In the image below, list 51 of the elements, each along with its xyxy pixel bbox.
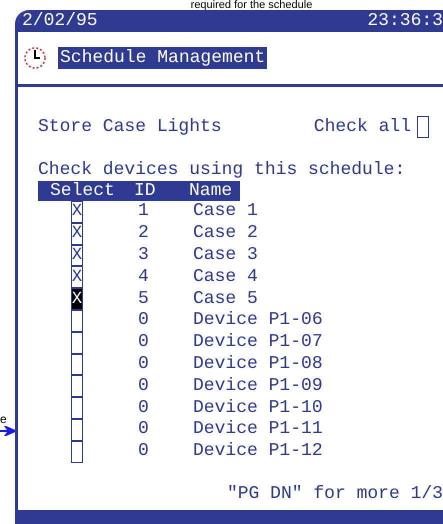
device-name: Device P1-06 [193,310,323,332]
column-header: Name [189,181,232,201]
select-checkbox[interactable] [71,440,83,463]
device-name: Device P1-08 [193,354,323,375]
clock-icon [24,46,46,70]
select-checkbox[interactable]: X [71,288,83,310]
device-id: 4 [138,266,150,288]
device-name: Case 4 [193,266,258,288]
device-name: Device P1-11 [193,419,323,440]
device-id: 3 [138,244,150,266]
device-id: 0 [138,376,150,397]
select-checkbox[interactable] [71,332,83,354]
device-name: Case 1 [193,201,258,222]
device-id: 1 [138,201,150,222]
device-id: 0 [138,419,150,440]
check-all-checkbox[interactable] [417,116,429,138]
select-checkbox[interactable]: X [71,222,83,245]
column-header: ID [134,181,157,201]
schedule-name: Store Case Lights [38,116,222,139]
select-checkbox[interactable] [71,418,83,441]
footer-hint: "PG DN" for more 1/3 [226,482,443,505]
annotation-text: required for the schedule [190,0,312,10]
column-header: Select [49,181,116,201]
date-text: 2/02/95 [22,12,98,30]
device-id: 0 [138,398,150,419]
device-id: 0 [138,332,150,354]
device-name: Device P1-10 [193,398,323,419]
select-checkbox[interactable] [71,354,83,376]
device-id: 5 [138,288,150,310]
device-name: Case 2 [193,223,258,244]
time-text: 23:36:3 [367,12,443,30]
select-checkbox[interactable]: X [71,244,83,266]
select-checkbox[interactable]: X [71,201,83,223]
device-name: Case 5 [193,288,258,310]
device-id: 0 [138,310,150,332]
select-checkbox[interactable] [71,397,83,419]
select-checkbox[interactable]: X [71,266,83,288]
annotation-text: e [0,412,7,426]
check-all-label: Check all [314,116,411,139]
device-id: 2 [138,223,150,244]
device-name: Device P1-12 [193,441,323,462]
device-id: 0 [138,354,150,375]
select-checkbox[interactable] [71,310,83,332]
instruction-text: Check devices using this schedule: [37,159,406,181]
screen-title: Schedule Management [58,47,268,69]
device-id: 0 [138,441,150,462]
arrow-icon [0,426,15,436]
device-name: Case 3 [193,244,258,266]
device-name: Device P1-09 [193,376,323,397]
device-name: Device P1-07 [193,332,323,354]
select-checkbox[interactable] [71,375,83,398]
